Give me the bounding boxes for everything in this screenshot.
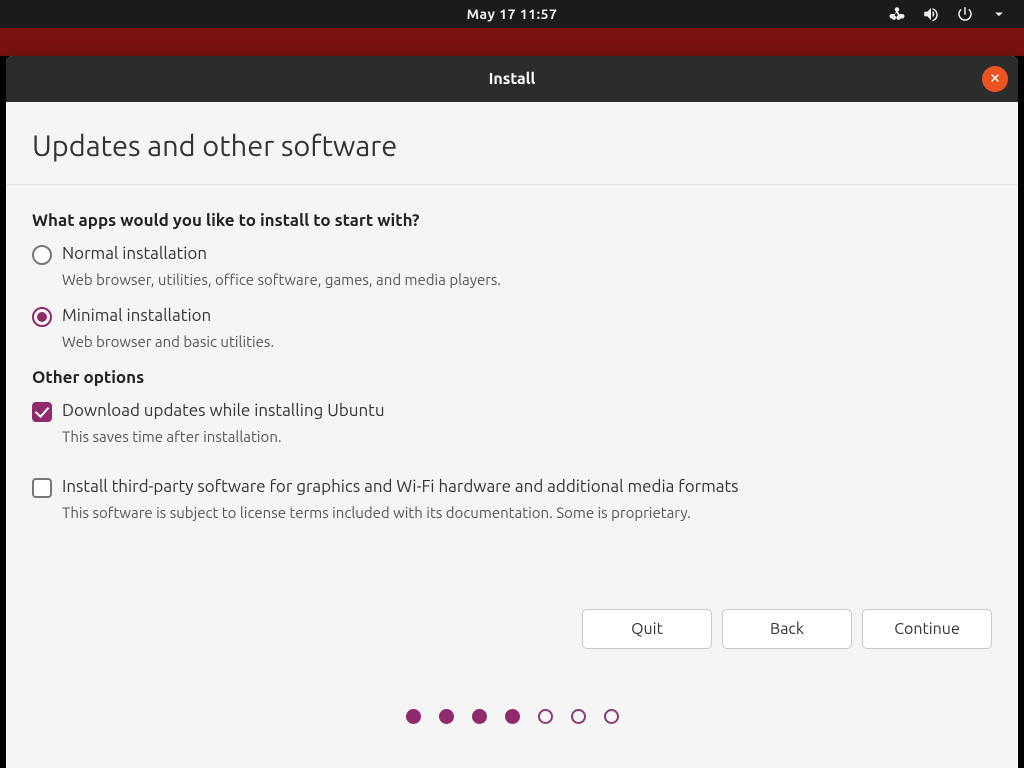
checkbox-input-download-updates[interactable]: [32, 402, 52, 422]
checkbox-input-third-party[interactable]: [32, 478, 52, 498]
window-titlebar: Install: [6, 56, 1018, 102]
quit-button[interactable]: Quit: [582, 609, 712, 649]
network-icon: [888, 5, 906, 23]
checkbox-desc-download-updates: This saves time after installation.: [62, 428, 992, 445]
progress-indicator: [6, 649, 1018, 744]
page-title: Updates and other software: [32, 130, 992, 162]
radio-normal-installation[interactable]: Normal installation: [32, 244, 992, 265]
close-icon: [989, 70, 1001, 88]
progress-dot: [406, 709, 421, 724]
other-options-heading: Other options: [32, 368, 992, 387]
checkbox-download-updates[interactable]: Download updates while installing Ubuntu: [32, 401, 992, 422]
radio-input-minimal[interactable]: [32, 307, 52, 327]
checkbox-label-download-updates: Download updates while installing Ubuntu: [62, 401, 385, 420]
back-button[interactable]: Back: [722, 609, 852, 649]
continue-button[interactable]: Continue: [862, 609, 992, 649]
volume-icon: [922, 5, 940, 23]
radio-desc-normal: Web browser, utilities, office software,…: [62, 271, 992, 288]
close-button[interactable]: [982, 66, 1008, 92]
progress-dot: [571, 709, 586, 724]
window-title: Install: [489, 70, 536, 88]
install-type-heading: What apps would you like to install to s…: [32, 211, 992, 230]
checkbox-label-third-party: Install third-party software for graphic…: [62, 477, 739, 496]
topbar-datetime: May 17 11:57: [467, 6, 558, 22]
radio-input-normal[interactable]: [32, 245, 52, 265]
chevron-down-icon: [990, 5, 1008, 23]
radio-label-minimal: Minimal installation: [62, 306, 211, 325]
gnome-topbar: May 17 11:57: [0, 0, 1024, 28]
desktop-background-strip: [0, 28, 1024, 56]
navigation-buttons: Quit Back Continue: [6, 579, 1018, 649]
installer-window: Install Updates and other software What …: [6, 56, 1018, 768]
progress-dot: [604, 709, 619, 724]
radio-minimal-installation[interactable]: Minimal installation: [32, 306, 992, 327]
power-icon: [956, 5, 974, 23]
radio-desc-minimal: Web browser and basic utilities.: [62, 333, 992, 350]
checkbox-desc-third-party: This software is subject to license term…: [62, 504, 992, 521]
progress-dot: [538, 709, 553, 724]
radio-label-normal: Normal installation: [62, 244, 207, 263]
progress-dot: [505, 709, 520, 724]
progress-dot: [439, 709, 454, 724]
progress-dot: [472, 709, 487, 724]
checkbox-third-party[interactable]: Install third-party software for graphic…: [32, 477, 992, 498]
page-header: Updates and other software: [6, 102, 1018, 185]
topbar-status-area[interactable]: [888, 0, 1008, 28]
